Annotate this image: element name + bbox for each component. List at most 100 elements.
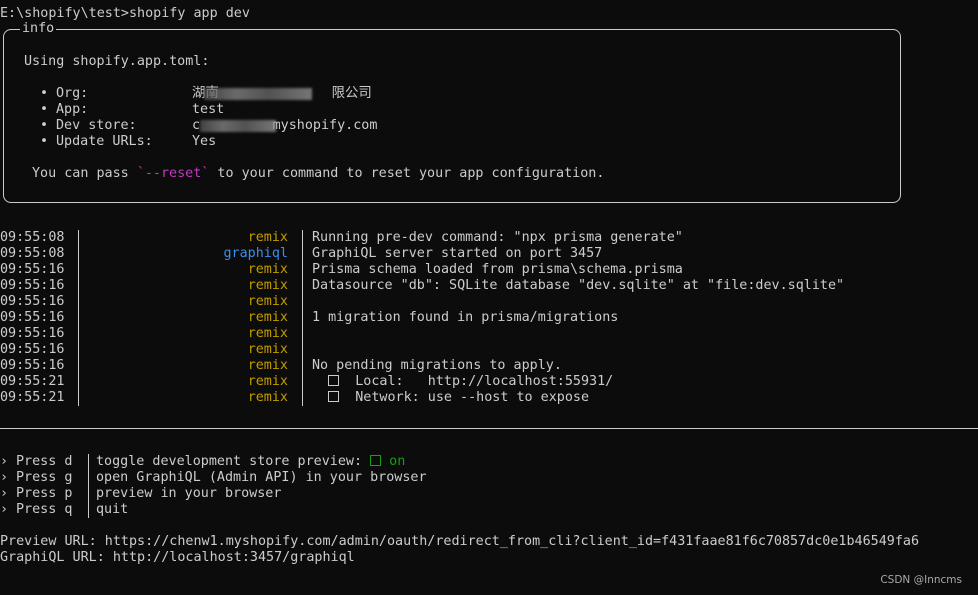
log-source: remix xyxy=(247,294,288,309)
shortcut-key-p[interactable]: › Press p preview in your browser xyxy=(0,486,978,502)
shortcut-key-g[interactable]: › Press g open GraphiQL (Admin API) in you… xyxy=(0,470,978,486)
shortcut-action-wrap: toggle development store preview: on xyxy=(96,454,405,470)
divider xyxy=(0,428,978,429)
shortcut-action: open GraphiQL (Admin API) in your browse… xyxy=(96,470,427,485)
log-time: 09:55:16 xyxy=(0,262,65,277)
log-source: remix xyxy=(247,262,288,277)
log-source: remix xyxy=(247,278,288,293)
log-time: 09:55:21 xyxy=(0,390,65,405)
column-separator xyxy=(78,342,79,358)
log-message-wrap: Local: http://localhost:55931/ xyxy=(312,374,613,390)
shortcut-action-wrap: preview in your browser xyxy=(96,486,281,502)
reset-hint: You can pass `--reset` to your command t… xyxy=(32,166,604,182)
column-separator xyxy=(88,454,89,470)
info-box-label: info xyxy=(20,21,57,37)
log-row: 09:55:16 remix Datasource "db": SQLite dat… xyxy=(0,278,978,294)
log-source: remix xyxy=(247,342,288,357)
field-value: test xyxy=(192,102,225,117)
log-message: 1 migration found in prisma/migrations xyxy=(312,310,619,325)
preview-url[interactable]: Preview URL: https://chenw1.myshopify.co… xyxy=(0,534,919,550)
log-time: 09:55:16 xyxy=(0,326,65,341)
toggle-checkbox-icon[interactable] xyxy=(370,455,382,466)
column-separator xyxy=(78,358,79,374)
log-message: Running pre-dev command: "npx prisma gen… xyxy=(312,230,683,245)
column-separator xyxy=(78,246,79,262)
column-separator xyxy=(78,374,79,390)
shortcut-action: preview in your browser xyxy=(96,486,282,501)
column-separator xyxy=(302,374,303,390)
shortcut-action-wrap: open GraphiQL (Admin API) in your browse… xyxy=(96,470,427,486)
log-message: Network: use --host to expose xyxy=(339,390,590,405)
column-separator xyxy=(88,502,89,518)
shortcut-key-q[interactable]: › Press q quit xyxy=(0,502,978,518)
log-source: remix xyxy=(247,230,288,245)
shortcut-key-d[interactable]: › Press d toggle development store preview… xyxy=(0,454,978,470)
config-file-line: Using shopify.app.toml: xyxy=(24,54,210,69)
log-message: Local: http://localhost:55931/ xyxy=(339,374,614,389)
log-row: 09:55:16 remix xyxy=(0,342,978,358)
shortcut-action: quit xyxy=(96,502,129,517)
bullet-icon: • xyxy=(40,118,49,133)
log-message: Prisma schema loaded from prisma\schema.… xyxy=(312,262,683,277)
log-row: 09:55:21 remix Network: use --host to exp… xyxy=(0,390,978,406)
column-separator xyxy=(88,486,89,502)
log-message-wrap: No pending migrations to apply. xyxy=(312,358,562,374)
column-separator xyxy=(78,230,79,246)
chevron-right-icon: › xyxy=(0,502,9,517)
chevron-right-icon: › xyxy=(0,470,9,485)
chevron-right-icon: › xyxy=(0,486,9,501)
column-separator xyxy=(302,294,303,310)
column-separator xyxy=(302,278,303,294)
log-row: 09:55:16 remix Prisma schema loaded from p… xyxy=(0,262,978,278)
reset-hint-suffix: to your command to reset your app config… xyxy=(209,166,605,181)
log-message: Datasource "db": SQLite database "dev.sq… xyxy=(312,278,845,293)
log-message-wrap: Running pre-dev command: "npx prisma gen… xyxy=(312,230,683,246)
shortcut-key: Press q xyxy=(16,502,73,517)
bullet-icon: • xyxy=(40,134,49,149)
log-message: GraphiQL server started on port 3457 xyxy=(312,246,603,261)
field-key: App: xyxy=(56,102,89,117)
log-source: remix xyxy=(247,374,288,389)
column-separator xyxy=(302,310,303,326)
log-row: 09:55:16 remix xyxy=(0,326,978,342)
log-message-wrap: Network: use --host to expose xyxy=(312,390,589,406)
log-source: graphiql xyxy=(223,246,289,261)
reset-hint-prefix: You can pass xyxy=(32,166,137,181)
chevron-right-icon: › xyxy=(0,454,9,469)
log-message-wrap: GraphiQL server started on port 3457 xyxy=(312,246,602,262)
column-separator xyxy=(78,390,79,406)
log-source: remix xyxy=(247,326,288,341)
column-separator xyxy=(78,326,79,342)
shortcut-action: toggle development store preview: xyxy=(96,454,371,469)
log-row: 09:55:21 remix Local: http://localhost:55… xyxy=(0,374,978,390)
log-row: 09:55:16 remix 1 migration found in prisma… xyxy=(0,310,978,326)
column-separator xyxy=(302,262,303,278)
field-value: Yes xyxy=(192,134,217,149)
log-time: 09:55:16 xyxy=(0,294,65,309)
bullet-icon: • xyxy=(40,102,49,117)
log-source: remix xyxy=(247,358,288,373)
graphiql-url[interactable]: GraphiQL URL: http://localhost:3457/grap… xyxy=(0,550,355,566)
log-source: remix xyxy=(247,390,288,405)
column-separator xyxy=(78,278,79,294)
field-key: Org: xyxy=(56,86,89,101)
bullet-icon: • xyxy=(40,86,49,101)
redaction-blur xyxy=(200,120,276,132)
log-source: remix xyxy=(247,310,288,325)
log-time: 09:55:16 xyxy=(0,310,65,325)
column-separator xyxy=(78,294,79,310)
field-key: Update URLs: xyxy=(56,134,153,149)
log-row: 09:55:08 remix Running pre-dev command: "n… xyxy=(0,230,978,246)
checkbox-icon xyxy=(328,375,340,386)
log-message-wrap: Prisma schema loaded from prisma\schema.… xyxy=(312,262,683,278)
column-separator xyxy=(302,358,303,374)
field-key: Dev store: xyxy=(56,118,137,133)
redaction-blur xyxy=(204,88,312,100)
checkbox-icon xyxy=(328,391,340,402)
log-row: 09:55:16 remix No pending migrations to ap… xyxy=(0,358,978,374)
reset-flag: `--reset` xyxy=(136,166,210,181)
toggle-status: on xyxy=(389,454,406,469)
log-row: 09:55:16 remix xyxy=(0,294,978,310)
column-separator xyxy=(302,246,303,262)
log-time: 09:55:16 xyxy=(0,342,65,357)
